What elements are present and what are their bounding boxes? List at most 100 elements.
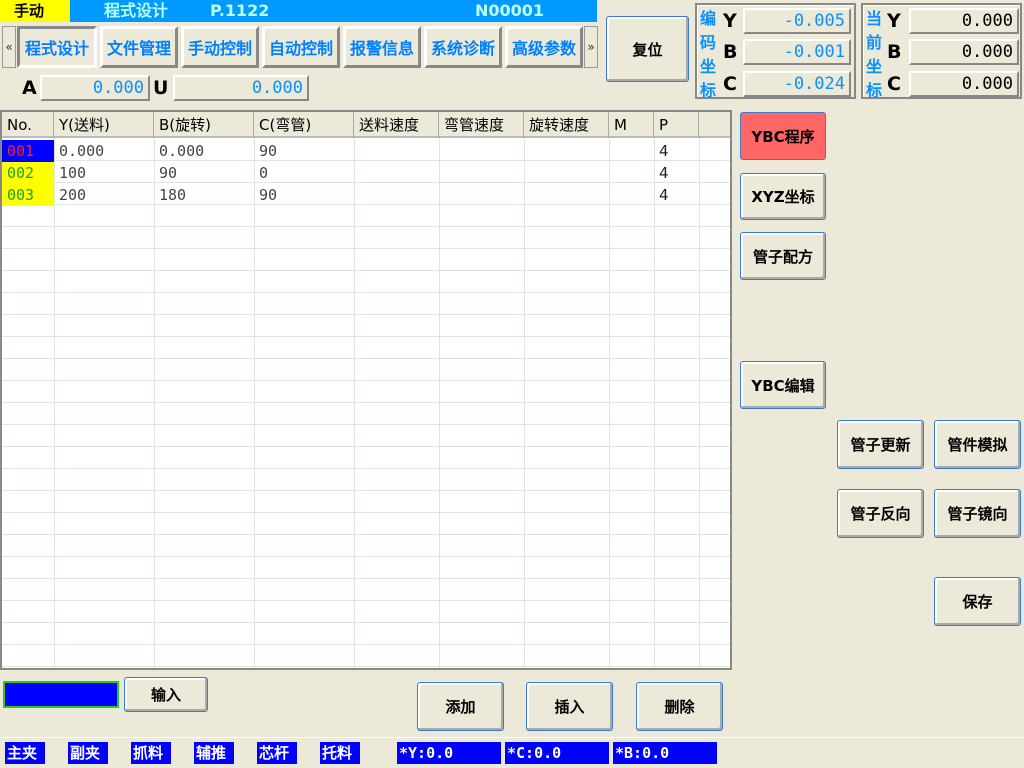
delete-button[interactable]: 删除	[636, 682, 723, 731]
status-assist-push: 辅推	[194, 742, 234, 764]
reset-button[interactable]: 复位	[606, 16, 689, 82]
encoder-c-value: -0.024	[743, 71, 851, 97]
ybc-edit-button[interactable]: YBC编辑	[740, 361, 826, 409]
table-cell-c-bend[interactable]: 90	[254, 184, 354, 206]
insert-button[interactable]: 插入	[526, 682, 613, 731]
tube-mirror-button[interactable]: 管子镜向	[934, 489, 1021, 538]
tab-alarm-info[interactable]: 报警信息	[343, 26, 421, 68]
tab-advanced-params[interactable]: 高级参数	[505, 26, 583, 68]
table-cell-bend-speed[interactable]	[439, 184, 524, 206]
encoder-y-value: -0.005	[743, 8, 851, 34]
encoder-y-label: Y	[723, 10, 737, 32]
row-divider	[2, 512, 730, 513]
row-divider	[2, 248, 730, 249]
value-input[interactable]	[3, 681, 119, 708]
table-cell-rotate-speed[interactable]	[524, 140, 609, 162]
row-divider	[2, 666, 730, 667]
table-cell-m[interactable]	[609, 162, 654, 184]
tab-auto-control[interactable]: 自动控制	[262, 26, 340, 68]
table-cell-y-feed[interactable]: 0.000	[54, 140, 154, 162]
table-cell-c-bend[interactable]: 90	[254, 140, 354, 162]
line-number: N00001	[475, 1, 545, 20]
table-cell-rotate-speed[interactable]	[524, 184, 609, 206]
row-divider	[2, 556, 730, 557]
column-header-feed-speed[interactable]: 送料速度	[354, 112, 439, 138]
readout-y: *Y:0.0	[397, 742, 501, 764]
row-divider	[2, 622, 730, 623]
table-header: No. Y(送料) B(旋转) C(弯管) 送料速度 弯管速度 旋转速度 M P	[2, 112, 730, 138]
table-cell-rotate-speed[interactable]	[524, 162, 609, 184]
save-button[interactable]: 保存	[934, 577, 1021, 626]
table-cell-feed-speed[interactable]	[354, 184, 439, 206]
table-cell-feed-speed[interactable]	[354, 140, 439, 162]
encoder-c-label: C	[723, 73, 737, 95]
column-header-no[interactable]: No.	[2, 112, 54, 138]
ybc-program-button[interactable]: YBC程序	[740, 112, 826, 160]
column-header-extra[interactable]	[699, 112, 730, 138]
table-cell-y-feed[interactable]: 200	[54, 184, 154, 206]
tube-update-button[interactable]: 管子更新	[837, 420, 924, 469]
program-table[interactable]: No. Y(送料) B(旋转) C(弯管) 送料速度 弯管速度 旋转速度 M P 001 0.00…	[0, 110, 732, 670]
row-divider	[2, 644, 730, 645]
tab-next-arrow[interactable]: »	[584, 26, 598, 68]
column-header-m[interactable]: M	[609, 112, 654, 138]
tab-file-management[interactable]: 文件管理	[100, 26, 178, 68]
tab-program-design[interactable]: 程式设计	[17, 26, 97, 68]
column-header-p[interactable]: P	[654, 112, 699, 138]
row-divider	[2, 358, 730, 359]
xyz-coordinates-button[interactable]: XYZ坐标	[740, 173, 826, 220]
table-cell-b-rotate[interactable]: 180	[154, 184, 254, 206]
column-header-y-feed[interactable]: Y(送料)	[54, 112, 154, 138]
tube-recipe-button[interactable]: 管子配方	[740, 232, 826, 280]
row-number[interactable]: 003	[2, 184, 54, 206]
status-mandrel: 芯杆	[257, 742, 297, 764]
row-divider	[2, 226, 730, 227]
column-divider	[654, 138, 655, 668]
divider	[0, 737, 1024, 738]
column-divider	[699, 138, 700, 668]
tube-simulate-button[interactable]: 管件模拟	[934, 420, 1021, 469]
mode-indicator: 手动	[0, 0, 70, 22]
row-divider	[2, 578, 730, 579]
add-button[interactable]: 添加	[417, 682, 504, 731]
current-y-label: Y	[887, 10, 901, 32]
current-c-label: C	[887, 73, 901, 95]
table-cell-p[interactable]: 4	[654, 184, 699, 206]
table-cell-b-rotate[interactable]: 90	[154, 162, 254, 184]
tab-prev-arrow[interactable]: «	[2, 26, 16, 68]
program-number: P.1122	[210, 1, 270, 20]
table-cell-p[interactable]: 4	[654, 140, 699, 162]
table-cell-bend-speed[interactable]	[439, 162, 524, 184]
input-button[interactable]: 输入	[124, 677, 208, 712]
row-divider	[2, 490, 730, 491]
table-cell-p[interactable]: 4	[654, 162, 699, 184]
row-number[interactable]: 001	[2, 140, 54, 162]
table-cell-c-bend[interactable]: 0	[254, 162, 354, 184]
encoder-b-value: -0.001	[743, 39, 851, 65]
encoder-title: 编码坐标	[700, 9, 717, 100]
column-divider	[354, 138, 355, 668]
column-header-c-bend[interactable]: C(弯管)	[254, 112, 354, 138]
table-cell-bend-speed[interactable]	[439, 140, 524, 162]
tab-manual-control[interactable]: 手动控制	[181, 26, 259, 68]
column-divider	[439, 138, 440, 668]
column-header-rotate-speed[interactable]: 旋转速度	[524, 112, 609, 138]
row-divider	[2, 424, 730, 425]
table-cell-m[interactable]	[609, 140, 654, 162]
encoder-b-label: B	[723, 41, 738, 63]
status-support: 托料	[320, 742, 360, 764]
column-header-b-rotate[interactable]: B(旋转)	[154, 112, 254, 138]
tab-system-diagnosis[interactable]: 系统诊断	[424, 26, 502, 68]
row-divider	[2, 402, 730, 403]
table-cell-b-rotate[interactable]: 0.000	[154, 140, 254, 162]
table-cell-m[interactable]	[609, 184, 654, 206]
row-divider	[2, 380, 730, 381]
table-cell-y-feed[interactable]: 100	[54, 162, 154, 184]
readout-c: *C:0.0	[505, 742, 609, 764]
status-main-clamp: 主夹	[5, 742, 45, 764]
axis-a-value: 0.000	[40, 75, 150, 101]
tube-reverse-button[interactable]: 管子反向	[837, 489, 924, 538]
table-cell-feed-speed[interactable]	[354, 162, 439, 184]
row-number[interactable]: 002	[2, 162, 54, 184]
column-header-bend-speed[interactable]: 弯管速度	[439, 112, 524, 138]
